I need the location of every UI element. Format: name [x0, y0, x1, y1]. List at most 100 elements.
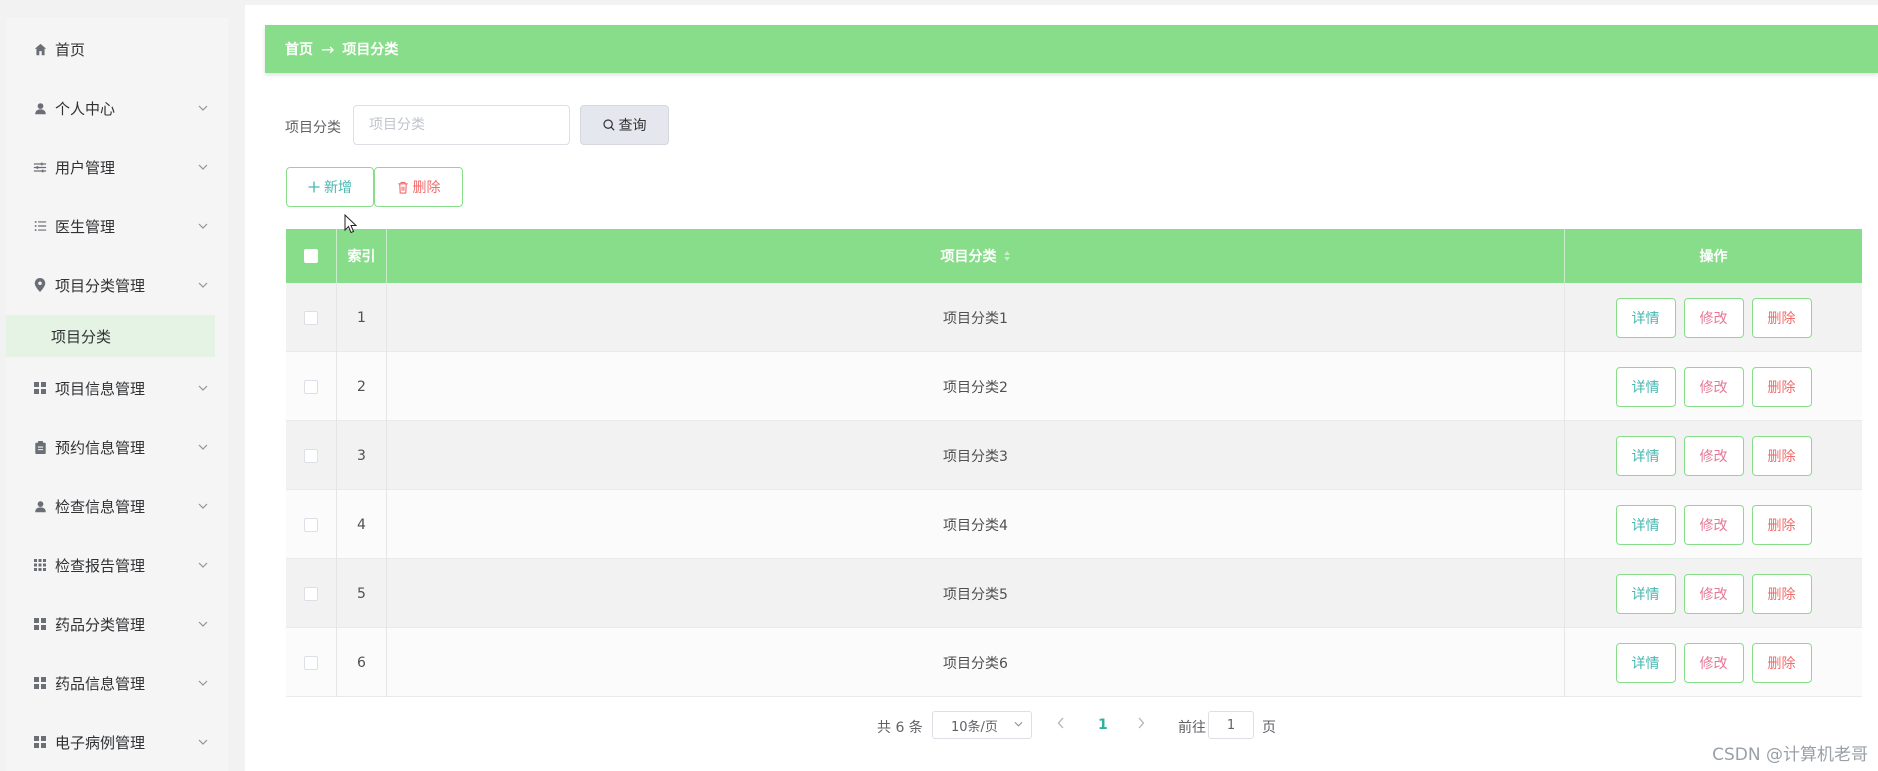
breadcrumb: 首页 → 项目分类 [265, 25, 1878, 73]
row-name: 项目分类6 [387, 628, 1565, 697]
breadcrumb-separator: → [321, 39, 335, 59]
menu-item-appointment-management[interactable]: 预约信息管理 [6, 427, 228, 467]
detail-button[interactable]: 详情 [1615, 435, 1676, 476]
delete-button[interactable]: 删除 [1751, 573, 1812, 614]
table-header: 索引 项目分类 操作 [286, 229, 1862, 283]
menu-item-medical-record-management[interactable]: 电子病例管理 [6, 722, 228, 762]
row-name: 项目分类1 [387, 283, 1565, 352]
row-ops: 详情 修改 删除 [1565, 490, 1862, 559]
chevron-down-icon [198, 383, 208, 393]
prev-page-icon[interactable] [1057, 717, 1065, 729]
row-checkbox[interactable] [304, 448, 318, 463]
delete-button[interactable]: 删除 [1751, 504, 1812, 545]
menu-label: 项目信息管理 [55, 379, 146, 398]
row-checkbox-cell [286, 559, 337, 628]
header-checkbox-cell [286, 229, 337, 283]
menu-item-drug-category-management[interactable]: 药品分类管理 [6, 604, 228, 644]
sort-caret-icon[interactable] [1003, 250, 1011, 262]
menu-label: 电子病例管理 [55, 733, 146, 752]
chevron-down-icon [198, 162, 208, 172]
row-index: 3 [337, 421, 387, 490]
batch-delete-button[interactable]: 删除 [374, 167, 463, 207]
row-checkbox-cell [286, 421, 337, 490]
chevron-down-icon [198, 442, 208, 452]
page-suffix-label: 页 [1262, 720, 1276, 736]
menu-item-exam-info-management[interactable]: 检查信息管理 [6, 486, 228, 526]
menu-label: 检查报告管理 [55, 556, 146, 575]
row-name: 项目分类2 [387, 352, 1565, 421]
page-number-current[interactable]: 1 [1098, 717, 1108, 733]
menu-label: 医生管理 [55, 217, 116, 236]
detail-button[interactable]: 详情 [1615, 366, 1676, 407]
row-name: 项目分类3 [387, 421, 1565, 490]
chevron-down-icon [198, 619, 208, 629]
detail-button[interactable]: 详情 [1615, 504, 1676, 545]
goto-page-input[interactable] [1208, 711, 1254, 739]
menu-label: 药品信息管理 [55, 674, 146, 693]
row-index: 1 [337, 283, 387, 352]
menu-label: 检查信息管理 [55, 497, 146, 516]
page-size-select[interactable]: 10条/页 [932, 711, 1032, 739]
chevron-down-icon [198, 678, 208, 688]
row-checkbox[interactable] [304, 517, 318, 532]
table-row: 1 项目分类1 详情 修改 删除 [286, 283, 1862, 352]
row-index: 6 [337, 628, 387, 697]
page-size-value: 10条/页 [951, 719, 998, 735]
chevron-down-icon [198, 560, 208, 570]
row-checkbox[interactable] [304, 586, 318, 601]
plus-icon [308, 181, 320, 193]
breadcrumb-home[interactable]: 首页 [285, 39, 313, 59]
menu-label: 用户管理 [55, 158, 116, 177]
mouse-cursor-icon [344, 213, 358, 238]
delete-button[interactable]: 删除 [1751, 642, 1812, 683]
menu-item-project-info-management[interactable]: 项目信息管理 [6, 368, 228, 408]
detail-button[interactable]: 详情 [1615, 297, 1676, 338]
menu-item-personal-center[interactable]: 个人中心 [6, 88, 228, 128]
next-page-icon[interactable] [1137, 717, 1145, 729]
delete-button[interactable]: 删除 [1751, 366, 1812, 407]
edit-button[interactable]: 修改 [1683, 573, 1744, 614]
edit-button[interactable]: 修改 [1683, 642, 1744, 683]
menu-item-project-category-management[interactable]: 项目分类管理 [6, 265, 228, 305]
row-checkbox[interactable] [304, 310, 318, 325]
menu-item-exam-report-management[interactable]: 检查报告管理 [6, 545, 228, 585]
search-input[interactable] [353, 105, 570, 145]
menu-item-drug-info-management[interactable]: 药品信息管理 [6, 663, 228, 703]
row-checkbox[interactable] [304, 655, 318, 670]
delete-button[interactable]: 删除 [1751, 297, 1812, 338]
sliders-icon [32, 159, 48, 175]
chevron-down-icon [198, 280, 208, 290]
user-icon [32, 498, 48, 514]
menu-label: 项目分类管理 [55, 276, 146, 295]
header-name[interactable]: 项目分类 [387, 229, 1565, 283]
add-button[interactable]: 新增 [286, 167, 374, 207]
delete-button[interactable]: 删除 [1751, 435, 1812, 476]
row-name: 项目分类4 [387, 490, 1565, 559]
menu-label: 预约信息管理 [55, 438, 146, 457]
menu-item-home[interactable]: 首页 [6, 29, 228, 69]
sidebar: 首页 个人中心 用户管理 医生管理 项目分类管理 项目分类 项目信息管理 预约信… [0, 0, 245, 771]
table-row: 2 项目分类2 详情 修改 删除 [286, 352, 1862, 421]
main-content: 首页 → 项目分类 项目分类 查询 新增 删除 索引 项目分类 [245, 5, 1878, 771]
menu-item-doctor-management[interactable]: 医生管理 [6, 206, 228, 246]
select-all-checkbox[interactable] [304, 249, 318, 263]
menu-label: 药品分类管理 [55, 615, 146, 634]
batch-delete-label: 删除 [412, 180, 441, 196]
edit-button[interactable]: 修改 [1683, 366, 1744, 407]
edit-button[interactable]: 修改 [1683, 435, 1744, 476]
detail-button[interactable]: 详情 [1615, 642, 1676, 683]
submenu-item-project-category[interactable]: 项目分类 [6, 315, 215, 357]
search-button[interactable]: 查询 [580, 105, 669, 145]
grid-icon [32, 616, 48, 632]
edit-button[interactable]: 修改 [1683, 504, 1744, 545]
row-name: 项目分类5 [387, 559, 1565, 628]
row-checkbox[interactable] [304, 379, 318, 394]
row-ops: 详情 修改 删除 [1565, 283, 1862, 352]
menu-label: 个人中心 [55, 99, 116, 118]
menu-item-user-management[interactable]: 用户管理 [6, 147, 228, 187]
edit-button[interactable]: 修改 [1683, 297, 1744, 338]
detail-button[interactable]: 详情 [1615, 573, 1676, 614]
search-icon [602, 119, 615, 131]
row-checkbox-cell [286, 283, 337, 352]
row-checkbox-cell [286, 628, 337, 697]
